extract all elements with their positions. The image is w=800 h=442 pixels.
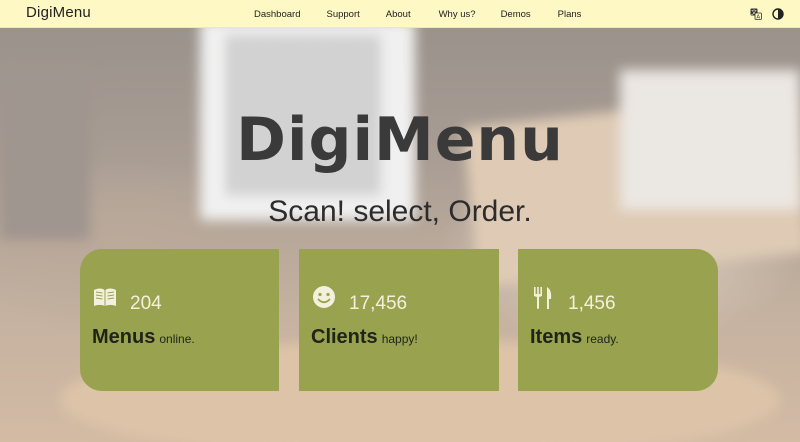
stat-label: Menus online.	[92, 326, 195, 348]
stat-number: 17,456	[349, 293, 408, 314]
stat-card-clients: 17,456 Clients happy!	[299, 249, 499, 391]
nav-link-support[interactable]: Support	[326, 9, 359, 20]
nav-link-plans[interactable]: Plans	[558, 9, 582, 20]
stat-suffix: happy!	[381, 332, 418, 346]
svg-text:A: A	[756, 14, 760, 20]
nav-tools: 文 A	[750, 7, 784, 20]
hero-subtitle: Scan! select, Order.	[268, 195, 532, 228]
stat-label: Clients happy!	[311, 326, 418, 348]
nav-links: Dashboard Support About Why us? Demos Pl…	[254, 0, 581, 28]
nav-link-about[interactable]: About	[386, 9, 411, 20]
nav-link-demos[interactable]: Demos	[501, 9, 531, 20]
theme-toggle-icon[interactable]	[772, 7, 784, 20]
utensils-icon	[530, 285, 556, 311]
stat-number: 1,456	[568, 293, 616, 314]
nav-link-dashboard[interactable]: Dashboard	[254, 9, 300, 20]
book-icon	[92, 285, 118, 311]
translate-icon[interactable]: 文 A	[750, 7, 762, 20]
stat-number: 204	[130, 293, 162, 314]
hero-title: DigiMenu	[236, 105, 564, 175]
stat-card-menus: 204 Menus online.	[80, 249, 279, 391]
top-navbar: DigiMenu Dashboard Support About Why us?…	[0, 0, 800, 28]
nav-link-why-us[interactable]: Why us?	[439, 9, 476, 20]
brand-logo[interactable]: DigiMenu	[26, 4, 91, 21]
stat-label: Items ready.	[530, 326, 619, 348]
smiley-icon	[311, 285, 337, 311]
stat-card-items: 1,456 Items ready.	[518, 249, 718, 391]
stat-suffix: online.	[159, 332, 195, 346]
stat-suffix: ready.	[586, 332, 619, 346]
